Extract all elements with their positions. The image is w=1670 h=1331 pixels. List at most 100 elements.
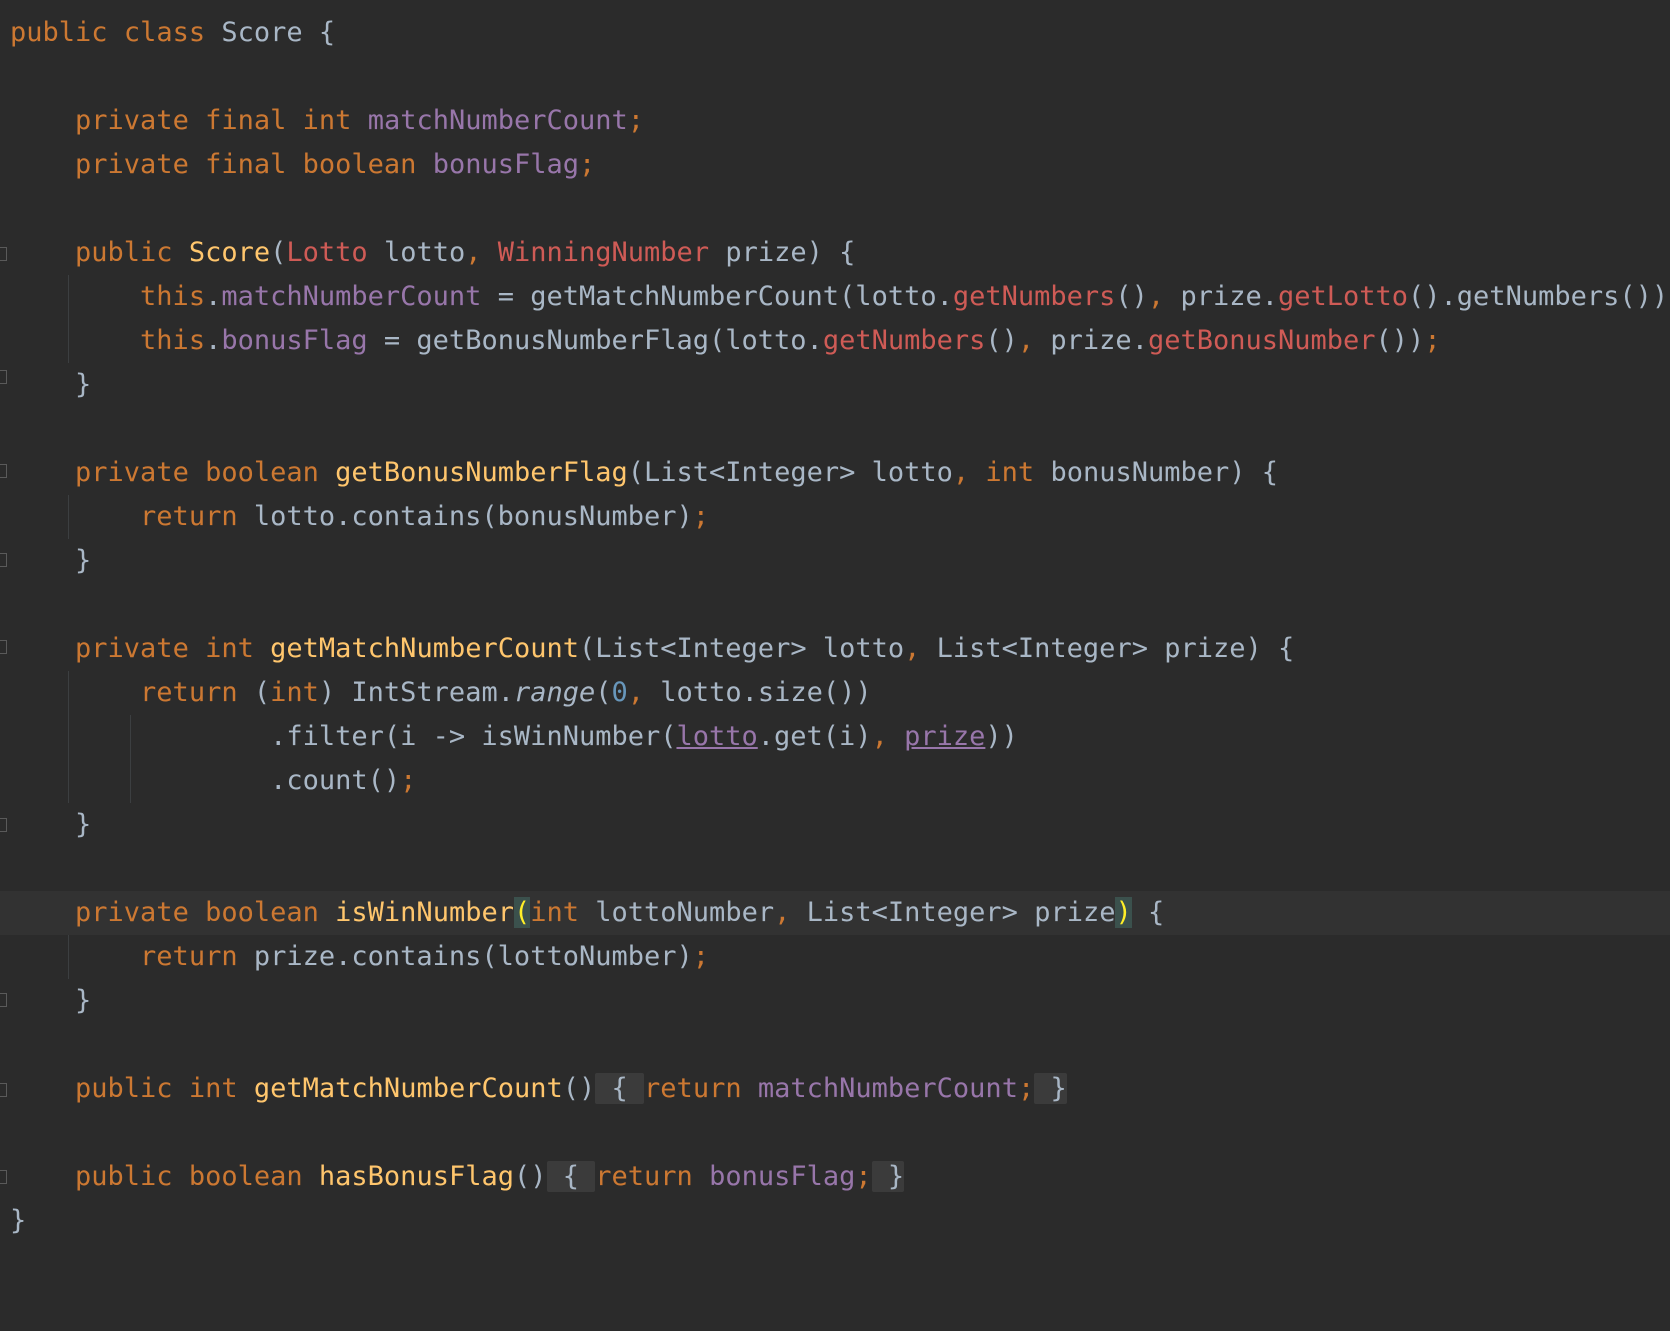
static-method: range	[513, 677, 596, 708]
keyword: final	[205, 149, 287, 180]
semicolon: ;	[627, 105, 645, 136]
code-text: (	[237, 677, 271, 708]
constructor-name: Score	[188, 237, 271, 268]
method-name: isWinNumber	[335, 897, 514, 928]
keyword: this	[140, 281, 206, 312]
folded-region-close[interactable]: }	[871, 1161, 905, 1192]
comma: ,	[904, 633, 921, 664]
code-text: ))	[985, 721, 1018, 752]
comma: ,	[627, 677, 645, 708]
comma: ,	[1017, 325, 1035, 356]
type-keyword: int	[302, 105, 352, 136]
dot: .	[205, 281, 222, 312]
code-text: ()	[1115, 281, 1148, 312]
keyword: private	[75, 149, 189, 180]
code-line-17[interactable]: return prize.contains(lottoNumber);	[0, 935, 1670, 979]
brace: }	[75, 369, 92, 400]
code-text: = getBonusNumberFlag(lotto.	[367, 325, 823, 356]
code-line-16-current[interactable]: private boolean isWinNumber(int lottoNum…	[0, 891, 1670, 935]
code-line-19[interactable]: public int getMatchNumberCount() { retur…	[0, 1067, 1670, 1111]
unresolved-type: WinningNumber	[497, 237, 710, 268]
code-editor[interactable]: public class Score { private final int m…	[0, 0, 1670, 1262]
keyword: private	[75, 105, 189, 136]
type-keyword: int	[270, 677, 319, 708]
code-line-15[interactable]: }	[0, 803, 1670, 847]
semicolon: ;	[579, 149, 596, 180]
brace: }	[75, 809, 92, 840]
method-name: getMatchNumberCount	[270, 633, 579, 664]
code-text: lottoNumber	[579, 897, 775, 928]
code-line-2[interactable]: private final int matchNumberCount;	[0, 99, 1670, 143]
code-text: = getMatchNumberCount(lotto.	[481, 281, 953, 312]
unresolved-method: getBonusNumber	[1147, 325, 1376, 356]
code-text: prize.contains(lottoNumber)	[237, 941, 693, 972]
code-text: (List<Integer> lotto	[579, 633, 905, 664]
code-text: List<Integer> prize	[790, 897, 1116, 928]
unresolved-type: Lotto	[286, 237, 368, 268]
code-line-21[interactable]: }	[0, 1199, 1670, 1243]
code-line-14[interactable]: .count();	[0, 759, 1670, 803]
code-text: ())	[1375, 325, 1425, 356]
code-text: ().getNumbers())	[1408, 281, 1669, 312]
code-line-5[interactable]: this.matchNumberCount = getMatchNumberCo…	[0, 275, 1670, 319]
captured-variable: prize	[904, 721, 986, 752]
code-line-11[interactable]: private int getMatchNumberCount(List<Int…	[0, 627, 1670, 671]
keyword: public	[10, 17, 108, 48]
comma: ,	[952, 457, 970, 488]
field-name: bonusFlag	[432, 149, 580, 180]
folded-region-open[interactable]: {	[595, 1073, 645, 1104]
type-keyword: int	[530, 897, 580, 928]
type-keyword: boolean	[302, 149, 417, 180]
paren: (	[595, 677, 612, 708]
matched-paren: )	[1115, 897, 1132, 928]
keyword: return	[140, 501, 238, 532]
code-text: prize.	[1034, 325, 1148, 356]
keyword: public	[75, 1161, 173, 1192]
folded-region-open[interactable]: {	[546, 1161, 596, 1192]
paren: ()	[562, 1073, 596, 1104]
keyword: class	[123, 17, 206, 48]
keyword: return	[644, 1073, 742, 1104]
unresolved-method: getNumbers	[952, 281, 1116, 312]
code-text: prize.	[1164, 281, 1278, 312]
code-line-6[interactable]: this.bonusFlag = getBonusNumberFlag(lott…	[0, 319, 1670, 363]
type-keyword: int	[205, 633, 254, 664]
code-line-1[interactable]: public class Score {	[0, 11, 1670, 55]
code-line-10[interactable]: }	[0, 539, 1670, 583]
code-line-4[interactable]: public Score(Lotto lotto, WinningNumber …	[0, 231, 1670, 275]
semicolon: ;	[692, 501, 710, 532]
class-name: Score	[221, 17, 303, 48]
field-name: matchNumberCount	[367, 105, 628, 136]
code-line-20[interactable]: public boolean hasBonusFlag() { return b…	[0, 1155, 1670, 1199]
brace: }	[75, 985, 92, 1016]
code-line-12[interactable]: return (int) IntStream.range(0, lotto.si…	[0, 671, 1670, 715]
field-name: bonusFlag	[221, 325, 368, 356]
code-line-18[interactable]: }	[0, 979, 1670, 1023]
paren: ) {	[806, 237, 856, 268]
code-text: (List<Integer> lotto	[627, 457, 953, 488]
code-text: List<Integer> prize) {	[920, 633, 1295, 664]
method-name: getMatchNumberCount	[253, 1073, 563, 1104]
param: lotto	[383, 237, 466, 268]
code-line-9[interactable]: return lotto.contains(bonusNumber);	[0, 495, 1670, 539]
code-line-3[interactable]: private final boolean bonusFlag;	[0, 143, 1670, 187]
code-line-13[interactable]: .filter(i -> isWinNumber(lotto.get(i), p…	[0, 715, 1670, 759]
param: prize	[725, 237, 807, 268]
unresolved-method: getLotto	[1277, 281, 1409, 312]
semicolon: ;	[692, 941, 710, 972]
field-name: matchNumberCount	[757, 1073, 1018, 1104]
keyword: final	[205, 105, 287, 136]
keyword: return	[140, 677, 238, 708]
type-keyword: int	[985, 457, 1035, 488]
comma: ,	[774, 897, 791, 928]
code-text: bonusNumber) {	[1034, 457, 1279, 488]
keyword: return	[140, 941, 238, 972]
number-literal: 0	[611, 677, 628, 708]
field-name: matchNumberCount	[221, 281, 482, 312]
code-line-8[interactable]: private boolean getBonusNumberFlag(List<…	[0, 451, 1670, 495]
unresolved-method: getNumbers	[822, 325, 986, 356]
brace: {	[1131, 897, 1165, 928]
code-line-7[interactable]: }	[0, 363, 1670, 407]
keyword: private	[75, 633, 189, 664]
folded-region-close[interactable]: }	[1034, 1073, 1067, 1104]
